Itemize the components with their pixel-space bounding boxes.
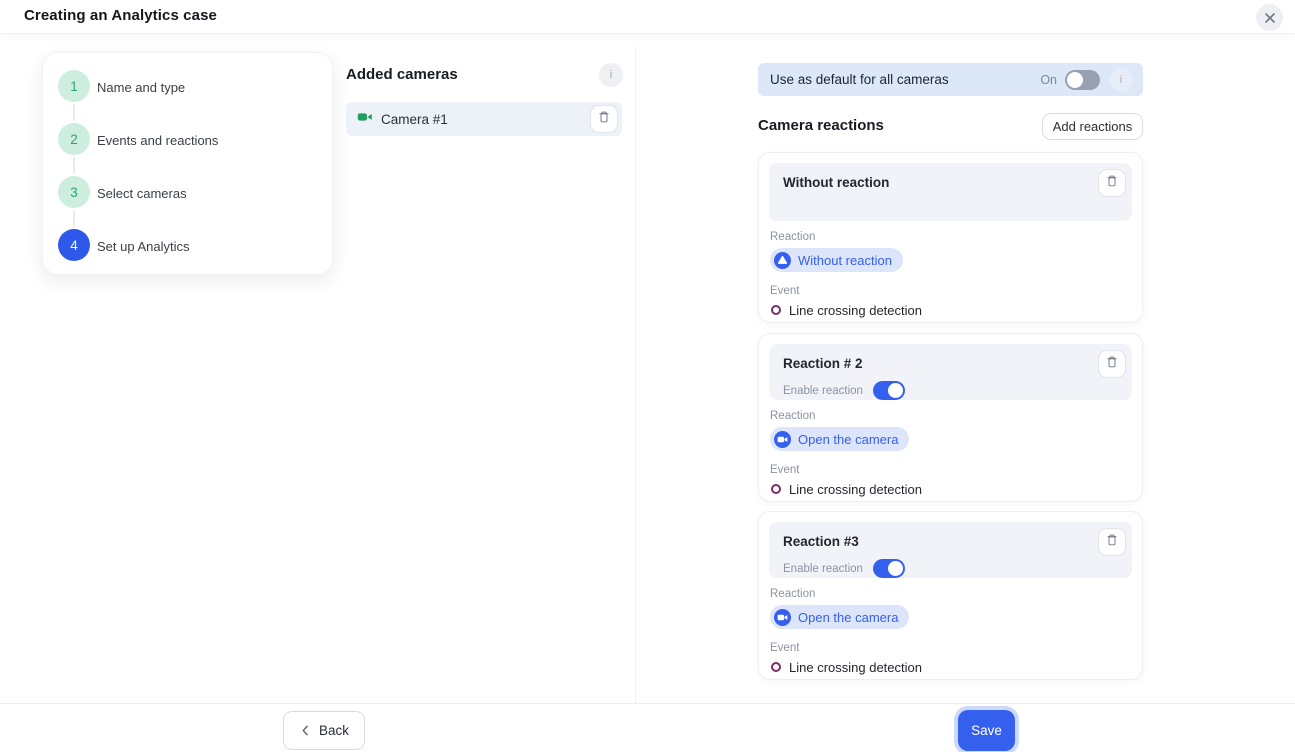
chevron-left-icon xyxy=(299,724,312,737)
trash-icon xyxy=(1105,174,1119,193)
reaction-card: Reaction # 2 Enable reaction Reaction Op… xyxy=(758,333,1143,502)
footer-divider xyxy=(0,703,1295,704)
reaction-chip[interactable]: Without reaction xyxy=(770,248,903,272)
step-3-number: 3 xyxy=(70,185,78,200)
delete-reaction-button[interactable] xyxy=(1098,528,1126,556)
enable-reaction-toggle[interactable] xyxy=(873,559,905,578)
step-4-label[interactable]: Set up Analytics xyxy=(97,240,190,254)
step-connector xyxy=(73,157,75,174)
toggle-state-label: On xyxy=(1040,73,1057,87)
camera-reactions-title: Camera reactions xyxy=(758,117,884,134)
step-4-circle[interactable]: 4 xyxy=(58,229,90,261)
toggle-knob xyxy=(888,561,903,576)
default-toggle-label: Use as default for all cameras xyxy=(770,72,1040,87)
delete-reaction-button[interactable] xyxy=(1098,350,1126,378)
event-ring-icon xyxy=(771,662,781,672)
back-button-label: Back xyxy=(319,723,349,738)
reaction-chip[interactable]: Open the camera xyxy=(770,605,909,629)
delete-reaction-button[interactable] xyxy=(1098,169,1126,197)
open-camera-icon xyxy=(774,431,791,448)
step-connector xyxy=(73,104,75,121)
close-icon xyxy=(1264,12,1276,24)
step-2-number: 2 xyxy=(70,132,78,147)
no-reaction-icon xyxy=(774,252,791,269)
default-toggle-info-icon[interactable]: i xyxy=(1109,68,1133,92)
reaction-card-title: Reaction #3 xyxy=(783,534,1122,549)
camera-name: Camera #1 xyxy=(381,112,590,127)
event-ring-icon xyxy=(771,305,781,315)
toggle-knob xyxy=(1067,72,1083,88)
step-1-circle[interactable]: 1 xyxy=(58,70,90,102)
close-button[interactable] xyxy=(1256,4,1283,31)
vertical-divider xyxy=(635,47,636,703)
added-cameras-title: Added cameras xyxy=(346,66,458,83)
reaction-card-header: Reaction #3 Enable reaction xyxy=(769,522,1132,578)
reaction-chip[interactable]: Open the camera xyxy=(770,427,909,451)
reaction-card-header: Without reaction xyxy=(769,163,1132,221)
event-ring-icon xyxy=(771,484,781,494)
reaction-card-header: Reaction # 2 Enable reaction xyxy=(769,344,1132,400)
step-4-number: 4 xyxy=(70,238,78,253)
step-3-label[interactable]: Select cameras xyxy=(97,187,187,201)
reaction-chip-label: Open the camera xyxy=(798,610,898,625)
reaction-chip-label: Open the camera xyxy=(798,432,898,447)
add-reactions-button[interactable]: Add reactions xyxy=(1042,113,1143,140)
trash-icon xyxy=(1105,355,1119,374)
event-field-label: Event xyxy=(770,464,1132,476)
enable-reaction-row: Enable reaction xyxy=(783,381,1122,400)
camera-list-item: Camera #1 xyxy=(346,102,622,136)
open-camera-icon xyxy=(774,609,791,626)
event-field-label: Event xyxy=(770,642,1132,654)
event-name: Line crossing detection xyxy=(789,303,922,318)
default-toggle-switch[interactable] xyxy=(1065,70,1100,90)
reaction-card-title: Without reaction xyxy=(783,175,1122,190)
save-button[interactable]: Save xyxy=(958,710,1015,751)
reaction-card: Reaction #3 Enable reaction Reaction Ope… xyxy=(758,511,1143,680)
reaction-field-label: Reaction xyxy=(770,231,1132,243)
reaction-field-label: Reaction xyxy=(770,588,1132,600)
step-connector xyxy=(73,210,75,227)
event-item: Line crossing detection xyxy=(771,660,1132,675)
reaction-chip-label: Without reaction xyxy=(798,253,892,268)
event-item: Line crossing detection xyxy=(771,482,1132,497)
event-field-label: Event xyxy=(770,285,1132,297)
delete-camera-button[interactable] xyxy=(590,105,618,133)
step-3-circle[interactable]: 3 xyxy=(58,176,90,208)
step-2-circle[interactable]: 2 xyxy=(58,123,90,155)
event-item: Line crossing detection xyxy=(771,303,1132,318)
enable-reaction-label: Enable reaction xyxy=(783,385,863,397)
step-1-label[interactable]: Name and type xyxy=(97,81,185,95)
enable-reaction-row: Enable reaction xyxy=(783,559,1122,578)
back-button[interactable]: Back xyxy=(283,711,365,750)
reaction-card: Without reaction Reaction Without reacti… xyxy=(758,152,1143,323)
enable-reaction-toggle[interactable] xyxy=(873,381,905,400)
step-1-number: 1 xyxy=(70,79,78,94)
page-title: Creating an Analytics case xyxy=(24,7,217,24)
enable-reaction-label: Enable reaction xyxy=(783,563,863,575)
trash-icon xyxy=(1105,533,1119,552)
event-name: Line crossing detection xyxy=(789,660,922,675)
camera-icon xyxy=(357,110,373,128)
event-name: Line crossing detection xyxy=(789,482,922,497)
dialog-titlebar: Creating an Analytics case xyxy=(0,0,1295,34)
added-cameras-info-icon[interactable]: i xyxy=(599,63,623,87)
step-2-label[interactable]: Events and reactions xyxy=(97,134,218,148)
reaction-card-title: Reaction # 2 xyxy=(783,356,1122,371)
default-for-all-cameras-bar: Use as default for all cameras On i xyxy=(758,63,1143,96)
creating-analytics-case-dialog: Creating an Analytics case 1 Name and ty… xyxy=(0,0,1295,752)
reaction-field-label: Reaction xyxy=(770,410,1132,422)
wizard-stepper: 1 Name and type 2 Events and reactions 3… xyxy=(42,52,333,275)
trash-icon xyxy=(597,110,611,129)
toggle-knob xyxy=(888,383,903,398)
